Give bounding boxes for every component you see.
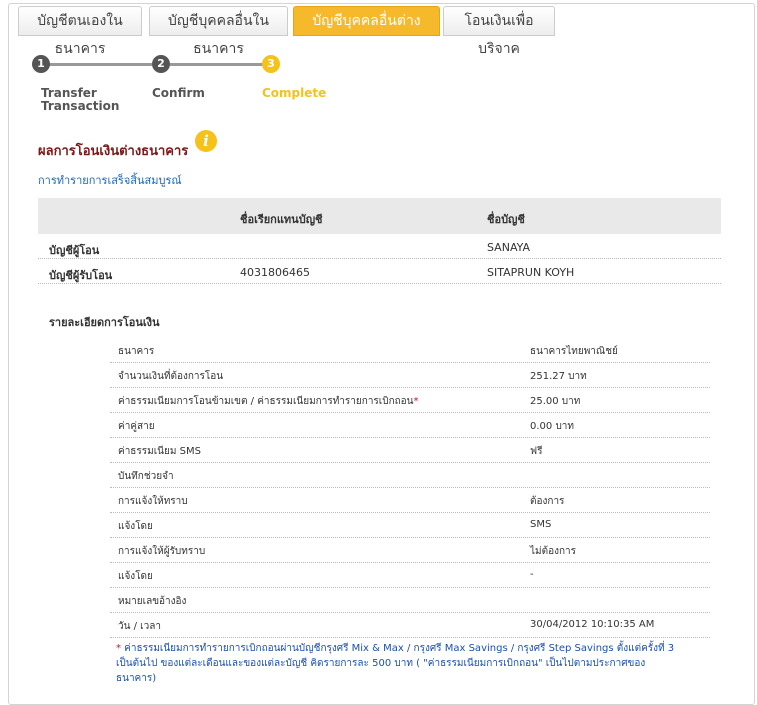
detail-row-line-fee: ค่าคู่สาย 0.00 บาท	[110, 413, 710, 438]
step-3-label: Complete	[262, 86, 327, 100]
detail-label: การแจ้งให้ผู้รับทราบ	[118, 546, 206, 557]
account-table-header: ชื่อเรียกแทนบัญชี ชื่อบัญชี	[38, 198, 721, 234]
transfer-details: ธนาคาร ธนาคารไทยพาณิชย์ จำนวนเงินที่ต้องก…	[110, 338, 710, 638]
detail-row-recipient-notify-via: แจ้งโดย -	[110, 563, 710, 588]
step-connector-1	[48, 63, 152, 66]
row-account-name: SITAPRUN KOYH	[487, 266, 575, 279]
fee-asterisk: *	[413, 396, 419, 407]
info-icon[interactable]: i	[195, 130, 217, 152]
detail-label: การแจ้งให้ทราบ	[118, 496, 188, 507]
step-1-label-line2: Transaction	[41, 99, 120, 113]
tab-other-account-same-bank[interactable]: บัญชีบุคคลอื่นในธนาคาร	[149, 6, 288, 57]
row-nickname: 4031806465	[240, 266, 310, 279]
note-text: ค่าธรรมเนียมการทำรายการเบิกถอนผ่านบัญชีก…	[116, 643, 675, 684]
detail-value: ต้องการ	[530, 496, 565, 507]
detail-row-notify-recipient: การแจ้งให้ผู้รับทราบ ไม่ต้องการ	[110, 538, 710, 563]
detail-row-reference: หมายเลขอ้างอิง	[110, 588, 710, 613]
row-label: บัญชีผู้รับโอน	[49, 269, 113, 282]
step-2-circle: 2	[152, 55, 170, 73]
detail-value: 0.00 บาท	[530, 421, 574, 432]
detail-value: 30/04/2012 10:10:35 AM	[530, 619, 655, 630]
step-connector-2	[170, 63, 264, 66]
detail-row-notify-via: แจ้งโดย SMS	[110, 513, 710, 538]
tab-other-account-other-bank[interactable]: บัญชีบุคคลอื่นต่างธนาคาร	[293, 6, 440, 57]
row-account-name: SANAYA	[487, 241, 531, 254]
step-1-label: Transfer Transaction	[41, 87, 119, 113]
detail-label: จำนวนเงินที่ต้องการโอน	[118, 371, 224, 382]
detail-value: ไม่ต้องการ	[530, 546, 577, 557]
detail-row-bank: ธนาคาร ธนาคารไทยพาณิชย์	[110, 338, 710, 363]
detail-row-datetime: วัน / เวลา 30/04/2012 10:10:35 AM	[110, 613, 710, 638]
header-account-name: ชื่อบัญชี	[487, 213, 525, 226]
detail-heading: รายละเอียดการโอนเงิน	[49, 316, 160, 329]
step-1-circle: 1	[32, 55, 50, 73]
detail-label: วัน / เวลา	[118, 621, 161, 632]
step-3-circle: 3	[262, 55, 280, 73]
detail-value: 251.27 บาท	[530, 371, 587, 382]
tab-donation-transfer[interactable]: โอนเงินเพื่อบริจาค	[443, 6, 555, 57]
table-row: บัญชีผู้รับโอน 4031806465 SITAPRUN KOYH	[38, 259, 721, 284]
step-2-label: Confirm	[152, 86, 205, 100]
tab-own-account[interactable]: บัญชีตนเองในธนาคาร	[18, 6, 142, 57]
detail-row-amount: จำนวนเงินที่ต้องการโอน 251.27 บาท	[110, 363, 710, 388]
page-title: ผลการโอนเงินต่างธนาคาร	[38, 144, 189, 159]
detail-row-notify: การแจ้งให้ทราบ ต้องการ	[110, 488, 710, 513]
detail-value: -	[530, 569, 534, 580]
detail-value: ธนาคารไทยพาณิชย์	[530, 346, 618, 357]
header-nickname: ชื่อเรียกแทนบัญชี	[240, 213, 323, 226]
fee-note: * ค่าธรรมเนียมการทำรายการเบิกถอนผ่านบัญช…	[116, 641, 676, 686]
detail-label: แจ้งโดย	[118, 571, 153, 582]
row-label: บัญชีผู้โอน	[49, 244, 100, 257]
detail-label: บันทึกช่วยจำ	[118, 471, 174, 482]
detail-value: 25.00 บาท	[530, 396, 581, 407]
detail-value: ฟรี	[530, 446, 543, 457]
detail-row-sms-fee: ค่าธรรมเนียม SMS ฟรี	[110, 438, 710, 463]
account-table: ชื่อเรียกแทนบัญชี ชื่อบัญชี บัญชีผู้โอน …	[38, 198, 721, 284]
detail-label: ค่าคู่สาย	[118, 421, 155, 432]
detail-label: แจ้งโดย	[118, 521, 153, 532]
detail-row-memo: บันทึกช่วยจำ	[110, 463, 710, 488]
detail-label: ธนาคาร	[118, 346, 155, 357]
status-message: การทำรายการเสร็จสิ้นสมบูรณ์	[38, 174, 182, 187]
table-row: บัญชีผู้โอน SANAYA	[38, 234, 721, 259]
detail-label: หมายเลขอ้างอิง	[118, 596, 187, 607]
detail-label-wrap: ค่าธรรมเนียมการโอนข้ามเขต / ค่าธรรมเนียม…	[118, 394, 419, 409]
step-1-label-line1: Transfer	[41, 86, 97, 100]
detail-label: ค่าธรรมเนียม SMS	[118, 446, 201, 457]
detail-row-fee: ค่าธรรมเนียมการโอนข้ามเขต / ค่าธรรมเนียม…	[110, 388, 710, 413]
detail-value: SMS	[530, 519, 552, 530]
detail-label: ค่าธรรมเนียมการโอนข้ามเขต / ค่าธรรมเนียม…	[118, 396, 414, 407]
